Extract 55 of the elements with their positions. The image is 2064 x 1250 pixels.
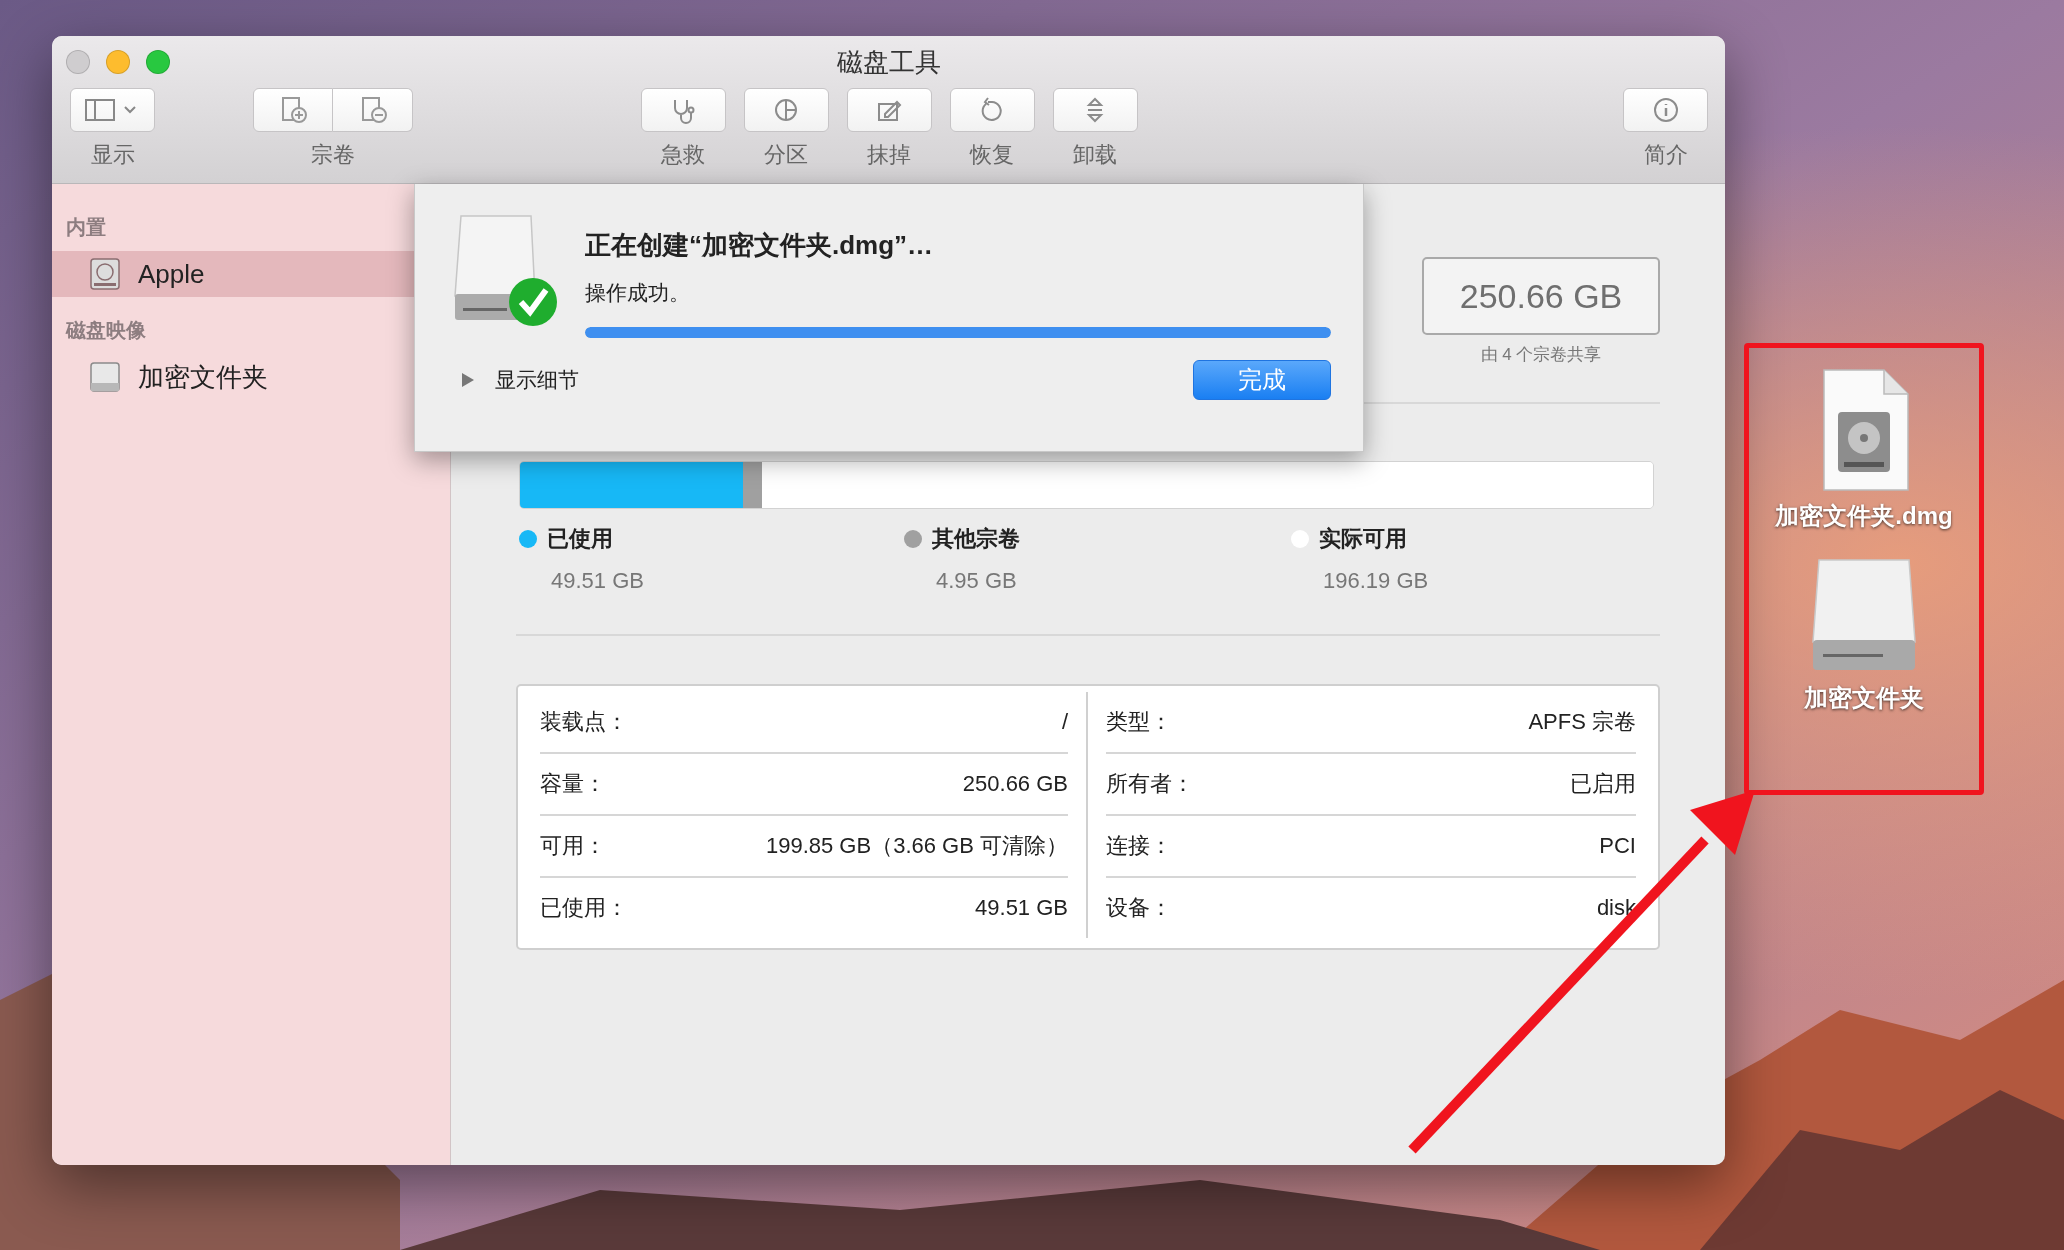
info-value: APFS 宗卷 — [1528, 708, 1636, 736]
toolbar-label: 恢复 — [970, 141, 1014, 169]
window-title: 磁盘工具 — [836, 45, 941, 79]
disclosure-triangle-icon — [461, 372, 475, 388]
toolbar-label: 显示 — [90, 141, 135, 169]
remove-volume-button[interactable] — [333, 88, 413, 132]
first-aid-button[interactable] — [640, 88, 726, 132]
unmount-button[interactable] — [1052, 88, 1138, 132]
sidebar-item-label: 加密文件夹 — [138, 360, 268, 394]
info-label: 已使用： — [540, 894, 628, 922]
info-value: PCI — [1599, 833, 1636, 859]
capacity-caption: 由 4 个宗卷共享 — [1480, 344, 1602, 366]
info-label: 所有者： — [1106, 770, 1194, 798]
dialog-title: 正在创建“加密文件夹.dmg”… — [585, 229, 935, 262]
close-button[interactable] — [66, 50, 90, 74]
show-details-toggle[interactable]: 显示细节 — [461, 366, 579, 394]
dialog-status: 操作成功。 — [585, 280, 691, 306]
legend-value: 4.95 GB — [935, 568, 1018, 594]
add-volume-button[interactable] — [253, 88, 333, 132]
zoom-button[interactable] — [146, 50, 170, 74]
toolbar-label: 抹掉 — [867, 141, 911, 169]
info-label: 连接： — [1106, 832, 1172, 860]
info-button[interactable] — [1623, 88, 1708, 132]
sidebar-toggle-button[interactable] — [70, 88, 155, 132]
sidebar-heading: 内置 — [65, 215, 107, 240]
info-value: / — [1061, 709, 1068, 735]
toolbar-label: 急救 — [661, 141, 705, 169]
info-label: 类型： — [1106, 708, 1172, 736]
legend-label: 已使用 — [547, 525, 613, 553]
info-value: 250.66 GB — [962, 771, 1068, 797]
toolbar-label: 简介 — [1643, 141, 1688, 169]
sidebar-heading: 磁盘映像 — [64, 318, 147, 343]
info-value: disk — [1596, 895, 1636, 921]
capacity-value: 250.66 GB — [1422, 257, 1660, 335]
legend-value: 196.19 GB — [1322, 568, 1430, 594]
legend-value: 49.51 GB — [550, 568, 645, 594]
legend-label: 实际可用 — [1319, 525, 1407, 553]
info-value: 49.51 GB — [975, 895, 1068, 921]
info-value: 199.85 GB（3.66 GB 可清除） — [765, 832, 1068, 860]
partition-button[interactable] — [743, 88, 829, 132]
toolbar-label: 宗卷 — [311, 141, 355, 169]
info-value: 已启用 — [1570, 770, 1636, 798]
info-label: 可用： — [540, 832, 606, 860]
sidebar-item-label: Apple — [138, 258, 205, 290]
legend-label: 其他宗卷 — [932, 525, 1020, 553]
info-label: 容量： — [540, 770, 606, 798]
drive-icon — [88, 360, 122, 394]
restore-button[interactable] — [949, 88, 1035, 132]
toolbar-label: 卸载 — [1073, 141, 1117, 169]
info-label: 设备： — [1106, 894, 1172, 922]
erase-button[interactable] — [846, 88, 932, 132]
info-label: 装载点： — [540, 708, 628, 736]
minimize-button[interactable] — [106, 50, 130, 74]
toolbar-label: 分区 — [764, 141, 808, 169]
hard-drive-icon — [88, 257, 122, 291]
